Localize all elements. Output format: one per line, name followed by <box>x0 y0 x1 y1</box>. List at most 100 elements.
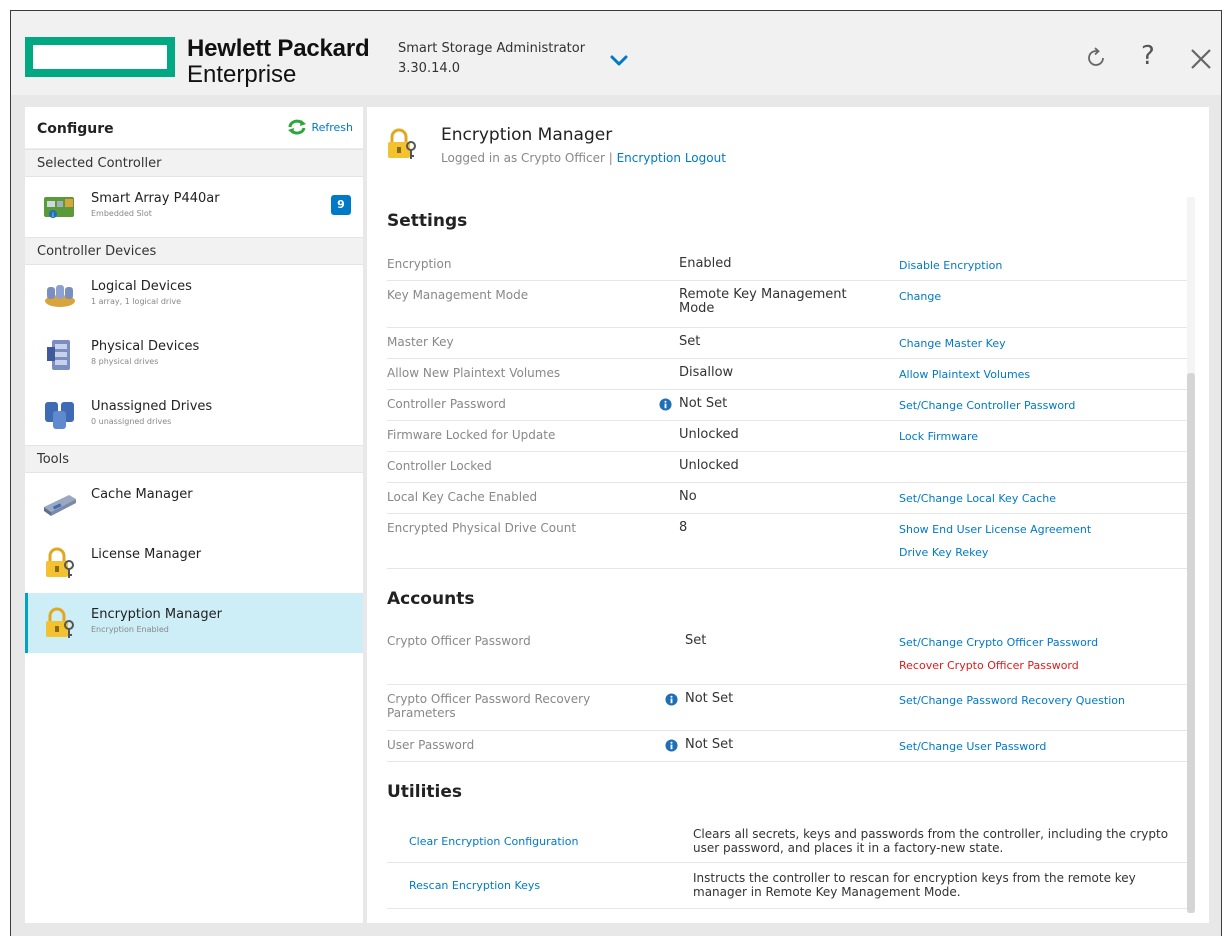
account-value: Not Set <box>685 737 734 752</box>
app-window: Hewlett Packard Enterprise Smart Storage… <box>10 10 1222 936</box>
setting-label: Local Key Cache Enabled <box>387 490 538 504</box>
configure-title: Configure <box>37 121 114 137</box>
setting-value: Disallow <box>679 365 734 380</box>
change-key-mode-link[interactable]: Change <box>899 290 941 303</box>
settings-row-allow-plaintext: Allow New Plaintext Volumes Disallow All… <box>387 359 1187 390</box>
key-lock-icon <box>46 547 74 578</box>
utility-description: Clears all secrets, keys and passwords f… <box>693 827 1169 855</box>
sidebar-item-license-manager[interactable]: License Manager <box>25 533 363 593</box>
controller-slot: Embedded Slot <box>91 209 152 218</box>
controller-devices-header: Controller Devices <box>25 237 363 265</box>
help-icon[interactable]: ? <box>1141 41 1155 71</box>
controller-badge[interactable]: 9 <box>331 195 351 215</box>
brand-name-line2: Enterprise <box>187 61 297 88</box>
accounts-row-user-password: User Password Not Set Set/Change User Pa… <box>387 731 1187 762</box>
utilities-section-title: Utilities <box>387 782 463 802</box>
encryption-manager-sub: Encryption Enabled <box>91 625 169 634</box>
setting-label: Key Management Mode <box>387 288 529 302</box>
account-label: User Password <box>387 738 475 752</box>
app-version: 3.30.14.0 <box>398 61 461 76</box>
license-manager-title: License Manager <box>91 547 202 562</box>
setting-label: Controller Password <box>387 397 506 411</box>
accounts-section-title: Accounts <box>387 589 475 609</box>
sidebar-item-logical-devices[interactable]: Logical Devices 1 array, 1 logical drive <box>25 265 363 325</box>
info-icon[interactable] <box>665 693 678 706</box>
setting-label: Firmware Locked for Update <box>387 428 556 442</box>
app-name: Smart Storage Administrator <box>398 41 586 56</box>
allow-plaintext-volumes-link[interactable]: Allow Plaintext Volumes <box>899 368 1030 381</box>
set-recovery-question-link[interactable]: Set/Change Password Recovery Question <box>899 694 1125 707</box>
encryption-logout-link[interactable]: Encryption Logout <box>617 151 726 165</box>
sidebar: Configure Refresh Selected Controller i <box>25 107 363 923</box>
key-lock-icon <box>388 128 416 159</box>
settings-row-firmware-locked: Firmware Locked for Update Unlocked Lock… <box>387 421 1187 452</box>
login-status: Logged in as Crypto Officer | Encryption… <box>441 151 726 165</box>
sidebar-configure-row: Configure Refresh <box>25 107 363 149</box>
setting-value: No <box>679 489 697 504</box>
main-panel: Encryption Manager Logged in as Crypto O… <box>367 107 1209 923</box>
sidebar-item-physical-devices[interactable]: Physical Devices 8 physical drives <box>25 325 363 385</box>
settings-row-master-key: Master Key Set Change Master Key <box>387 328 1187 359</box>
settings-row-controller-locked: Controller Locked Unlocked <box>387 452 1187 483</box>
scrollbar-thumb[interactable] <box>1187 373 1195 913</box>
lock-firmware-link[interactable]: Lock Firmware <box>899 430 978 443</box>
sidebar-item-unassigned-drives[interactable]: Unassigned Drives 0 unassigned drives <box>25 385 363 445</box>
setting-value: Remote Key Management Mode <box>679 287 847 316</box>
sidebar-item-cache-manager[interactable]: Cache Manager <box>25 473 363 533</box>
set-controller-password-link[interactable]: Set/Change Controller Password <box>899 399 1075 412</box>
setting-label: Allow New Plaintext Volumes <box>387 366 561 380</box>
setting-value: Unlocked <box>679 427 739 442</box>
controller-name: Smart Array P440ar <box>91 191 220 206</box>
accounts-row-recovery-parameters: Crypto Officer Password Recovery Paramet… <box>387 685 1187 731</box>
chevron-down-icon[interactable] <box>608 49 630 71</box>
logged-in-text: Logged in as Crypto Officer | <box>441 151 613 165</box>
settings-section-title: Settings <box>387 211 468 231</box>
drive-key-rekey-link[interactable]: Drive Key Rekey <box>899 546 1091 559</box>
unassigned-drives-icon <box>45 402 74 429</box>
setting-value: Unlocked <box>679 458 739 473</box>
hpe-logo <box>25 37 175 77</box>
sidebar-refresh-button[interactable]: Refresh <box>287 119 353 135</box>
tools-header: Tools <box>25 445 363 473</box>
physical-devices-title: Physical Devices <box>91 339 200 354</box>
physical-devices-icon <box>47 340 70 370</box>
page-title: Encryption Manager <box>441 125 613 145</box>
rescan-encryption-keys-link[interactable]: Rescan Encryption Keys <box>409 879 540 892</box>
setting-value: Set <box>679 334 701 349</box>
set-crypto-officer-password-link[interactable]: Set/Change Crypto Officer Password <box>899 636 1098 649</box>
setting-value: 8 <box>679 520 688 535</box>
setting-label: Master Key <box>387 335 454 349</box>
logical-devices-title: Logical Devices <box>91 279 192 294</box>
set-local-key-cache-link[interactable]: Set/Change Local Key Cache <box>899 492 1056 505</box>
info-icon[interactable] <box>665 739 678 752</box>
selected-controller-header: Selected Controller <box>25 149 363 177</box>
settings-row-local-key-cache: Local Key Cache Enabled No Set/Change Lo… <box>387 483 1187 514</box>
recover-crypto-officer-password-link[interactable]: Recover Crypto Officer Password <box>899 659 1098 672</box>
unassigned-drives-title: Unassigned Drives <box>91 399 213 414</box>
setting-label: Controller Locked <box>387 459 492 473</box>
show-eula-link[interactable]: Show End User License Agreement <box>899 523 1091 536</box>
sidebar-item-encryption-manager[interactable]: Encryption Manager Encryption Enabled <box>25 593 363 653</box>
settings-row-controller-password: Controller Password Not Set Set/Change C… <box>387 390 1187 421</box>
clear-encryption-configuration-link[interactable]: Clear Encryption Configuration <box>409 835 578 848</box>
app-header: Hewlett Packard Enterprise Smart Storage… <box>11 11 1221 95</box>
sidebar-item-controller[interactable]: i Smart Array P440ar Embedded Slot 9 <box>25 177 363 237</box>
account-value: Not Set <box>685 691 734 706</box>
info-icon[interactable] <box>659 398 672 411</box>
cache-manager-title: Cache Manager <box>91 487 193 502</box>
encryption-manager-title: Encryption Manager <box>91 607 222 622</box>
green-refresh-icon <box>288 119 307 135</box>
utility-row-rescan-keys: Rescan Encryption Keys Instructs the con… <box>387 863 1187 909</box>
setting-label: Encrypted Physical Drive Count <box>387 521 577 535</box>
refresh-icon[interactable] <box>1083 45 1109 71</box>
logical-devices-sub: 1 array, 1 logical drive <box>91 297 182 306</box>
settings-row-key-management-mode: Key Management Mode Remote Key Managemen… <box>387 281 1187 328</box>
settings-row-encryption: Encryption Enabled Disable Encryption <box>387 250 1187 281</box>
close-icon[interactable] <box>1187 45 1215 73</box>
disable-encryption-link[interactable]: Disable Encryption <box>899 259 1002 272</box>
account-label: Crypto Officer Password <box>387 634 531 648</box>
physical-devices-sub: 8 physical drives <box>91 357 159 366</box>
change-master-key-link[interactable]: Change Master Key <box>899 337 1006 350</box>
set-user-password-link[interactable]: Set/Change User Password <box>899 740 1046 753</box>
cache-manager-icon <box>44 495 76 516</box>
